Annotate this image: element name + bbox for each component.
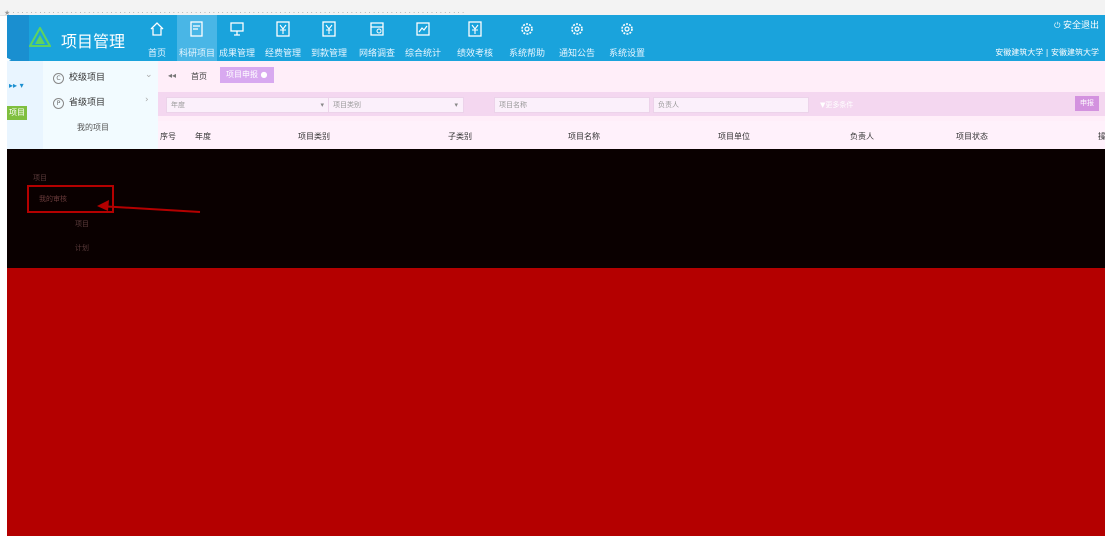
main-panel: ◂◂ 首页 项目申报 ● 年度 ▾ 项目类别 ▾ 项目名称 负责人 ▼更多条件 申报… [158,61,1105,149]
sidebar-item-provincial-projects[interactable]: P 省级项目 › [53,95,149,109]
sidebar-strip-label[interactable]: 项目 [7,106,27,120]
gear-icon [571,23,583,35]
nav-performance[interactable]: 绩效考核 [455,15,495,61]
col-category: 项目类别 [298,132,330,141]
app-logo[interactable]: 项目管理 [7,15,137,61]
nav-notices[interactable]: 通知公告 [557,15,597,61]
red-redaction-block [7,268,1105,536]
apply-button[interactable]: 申报 [1075,96,1099,111]
current-user: 安徽建筑大学 | 安徽建筑大学 [995,48,1099,57]
gear-icon [521,23,533,35]
leader-input[interactable]: 负责人 [653,97,809,113]
logo-icon [29,27,51,47]
highlighted-menu-item: 我的审核 [39,195,67,203]
chevron-right-icon: › [145,95,149,105]
yuan-doc-icon [468,21,482,37]
col-status: 项目状态 [956,132,988,141]
category-select[interactable]: 项目类别 ▾ [328,97,464,113]
logout-button[interactable]: ⏻ 安全退出 [995,18,1099,31]
provincial-badge-icon: P [53,98,64,109]
top-navigation-bar: ▸ 项目管理 首页 科研项目 成果管理 经费管理 到款管理 网络调查 综合统计 … [7,15,1105,64]
survey-icon [370,22,384,36]
tab-scroll-left-icon[interactable]: ◂◂ [168,71,176,80]
dropdown-arrow-icon: ▾ [454,101,458,109]
chart-icon [416,22,430,36]
collapse-toggle-icon[interactable]: ▸▸ ▾ [9,81,24,90]
topbar-user-area: ⏻ 安全退出 安徽建筑大学 | 安徽建筑大学 [995,18,1099,58]
tab-bar: ◂◂ 首页 项目申报 ● [158,61,1105,89]
yuan-doc-icon [322,21,336,37]
overlay-label-a: 项目 [33,174,47,182]
school-badge-icon: C [53,73,64,84]
power-icon: ⏻ [1054,21,1063,30]
col-subcategory: 子类别 [448,132,472,141]
nav-help[interactable]: 系统帮助 [507,15,547,61]
sidebar-collapse-strip: ▸▸ ▾ 项目 [7,61,43,149]
col-leader: 负责人 [850,132,874,141]
nav-payments[interactable]: 到款管理 [309,15,349,61]
nav-survey[interactable]: 网络调查 [357,15,397,61]
nav-achievements[interactable]: 成果管理 [217,15,257,61]
home-icon [150,22,164,36]
sidebar-item-my-projects[interactable]: 我的项目 [77,122,109,133]
sidebar-item-school-projects[interactable]: C 校级项目 ⌄ [53,70,153,84]
nav-settings[interactable]: 系统设置 [607,15,647,61]
overlay-item-project: 项目 [75,220,89,228]
nav-research-projects[interactable]: 科研项目 [177,15,217,61]
nav-statistics[interactable]: 综合统计 [403,15,443,61]
nav-funding[interactable]: 经费管理 [263,15,303,61]
yuan-doc-icon [276,21,290,37]
col-index: 序号 [160,132,176,141]
year-select[interactable]: 年度 ▾ [166,97,330,113]
project-doc-icon [190,21,203,37]
project-name-input[interactable]: 项目名称 [494,97,650,113]
dropdown-arrow-icon: ▾ [320,101,324,109]
table-header: 序号 年度 项目类别 子类别 项目名称 项目单位 负责人 项目状态 操 [158,121,1105,149]
tab-home[interactable]: 首页 [191,71,207,82]
nav-home[interactable]: 首页 [137,15,177,61]
overlay-item-plan: 计划 [75,244,89,252]
filter-bar: 年度 ▾ 项目类别 ▾ 项目名称 负责人 ▼更多条件 申报 [158,92,1105,116]
col-actions: 操 [1098,132,1105,141]
app-title: 项目管理 [61,32,126,51]
col-unit: 项目单位 [718,132,750,141]
more-filters-button[interactable]: ▼更多条件 [820,100,853,110]
col-project-name: 项目名称 [568,132,600,141]
browser-bookmarks-bar: ★ · · · · · · · · · · · · · · · · · · · … [0,0,1105,16]
col-year: 年度 [195,132,211,141]
chevron-down-icon: ⌄ [145,70,153,80]
sidebar: C 校级项目 ⌄ P 省级项目 › 我的项目 [43,61,159,149]
presentation-icon [230,22,244,36]
tab-project-application[interactable]: 项目申报 ● [220,67,274,83]
pointer-arrow-icon [97,200,201,213]
gear-icon [621,23,633,35]
close-tab-icon[interactable]: ● [261,70,268,79]
